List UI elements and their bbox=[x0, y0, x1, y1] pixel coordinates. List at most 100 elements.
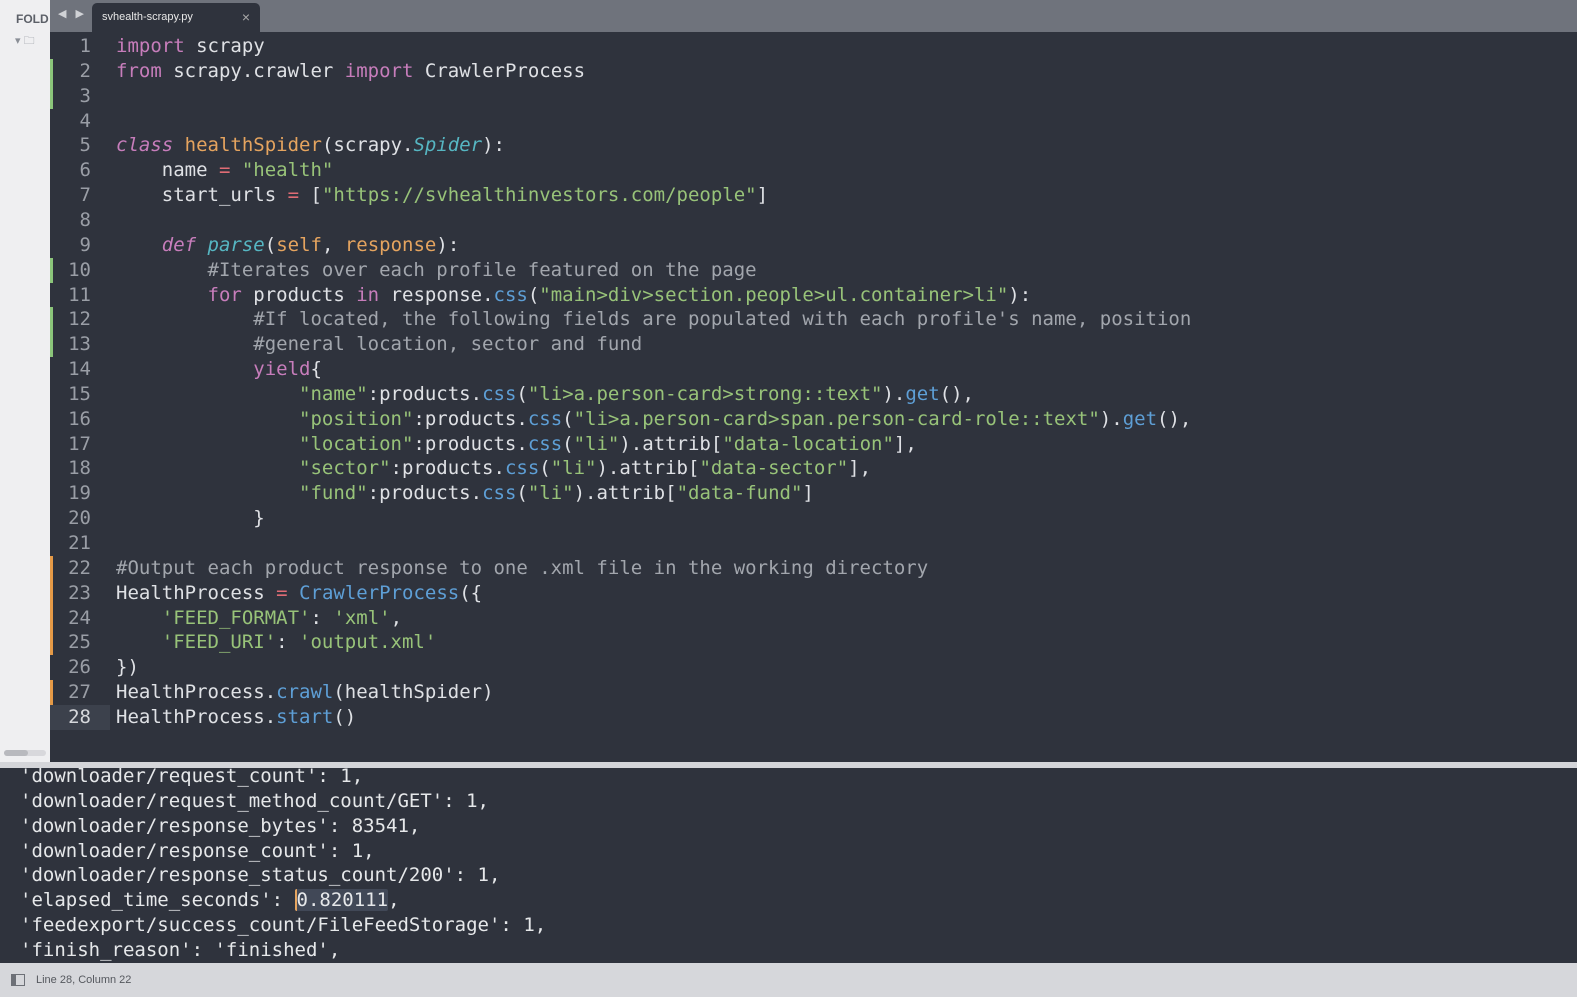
code-line[interactable]: 14 yield{ bbox=[50, 357, 1577, 382]
code-token: start bbox=[276, 705, 334, 728]
code-line[interactable]: 13 #general location, sector and fund bbox=[50, 332, 1577, 358]
code-token: "https://svhealthinvestors.com/people" bbox=[321, 184, 757, 207]
output-console[interactable]: 'downloader/request_count': 1, 'downloade… bbox=[6, 768, 1577, 963]
code-token: (), bbox=[939, 382, 974, 405]
code-line[interactable]: 3 bbox=[50, 83, 1577, 109]
code-token: ( bbox=[264, 233, 277, 256]
code-line[interactable]: 1 import scrapy bbox=[50, 34, 1577, 59]
code-text: import scrapy bbox=[116, 34, 265, 59]
folder-icon[interactable]: ▾ 🗀 bbox=[15, 32, 35, 51]
code-token: class bbox=[116, 134, 174, 157]
code-line[interactable]: 6 name = "health" bbox=[50, 158, 1577, 183]
code-line[interactable]: 20 } bbox=[50, 506, 1577, 531]
line-number: 7 bbox=[79, 184, 91, 207]
code-line[interactable]: 27 HealthProcess.crawl(healthSpider) bbox=[50, 680, 1577, 706]
code-line[interactable]: 4 bbox=[50, 109, 1577, 134]
code-token: healthSpider bbox=[184, 134, 322, 157]
code-text: #Output each product response to one .xm… bbox=[116, 556, 928, 581]
folders-sidebar: FOLD ▾ 🗀 bbox=[0, 0, 50, 763]
code-line[interactable]: 19 "fund":products.css("li").attrib["dat… bbox=[50, 481, 1577, 506]
toggle-panel-icon[interactable] bbox=[11, 974, 25, 986]
code-line[interactable]: 10 #Iterates over each profile featured … bbox=[50, 257, 1577, 283]
code-token: scrapy bbox=[184, 35, 265, 57]
code-line[interactable]: 23 HealthProcess = CrawlerProcess({ bbox=[50, 580, 1577, 606]
tab-svhealth-scrapy[interactable]: svhealth-scrapy.py × bbox=[92, 3, 260, 32]
code-token: ( bbox=[516, 382, 528, 405]
tab-nav-arrows-icon[interactable]: ◀ ▶ bbox=[58, 7, 87, 20]
code-token: ): bbox=[482, 134, 505, 157]
code-text: def parse(self, response): bbox=[116, 233, 460, 258]
code-text: HealthProcess = CrawlerProcess({ bbox=[116, 581, 482, 606]
code-text: "location":products.css("li").attrib["da… bbox=[116, 432, 917, 457]
sidebar-scrollbar[interactable] bbox=[4, 750, 46, 756]
code-line[interactable]: 18 "sector":products.css("li").attrib["d… bbox=[50, 456, 1577, 481]
code-line[interactable]: 11 for products in response.css("main>di… bbox=[50, 283, 1577, 308]
code-token: #Output each product response to one .xm… bbox=[116, 556, 929, 579]
code-text: for products in response.css("main>div>s… bbox=[116, 283, 1032, 308]
code-line[interactable]: 5 class healthSpider(scrapy.Spider): bbox=[50, 133, 1577, 158]
cursor-position: Line 28, Column 22 bbox=[36, 974, 132, 986]
folders-label: FOLD bbox=[16, 12, 49, 26]
code-token: ], bbox=[848, 457, 872, 480]
console-line: 'downloader/request_method_count/GET': 1… bbox=[20, 789, 489, 812]
code-line[interactable]: 15 "name":products.css("li>a.person-card… bbox=[50, 382, 1577, 407]
code-line[interactable]: 26}) bbox=[50, 655, 1577, 680]
close-tab-icon[interactable]: × bbox=[242, 9, 250, 25]
code-line[interactable]: 22 #Output each product response to one .… bbox=[50, 555, 1577, 581]
code-token: css bbox=[527, 432, 563, 455]
code-token: HealthProcess. bbox=[116, 705, 277, 728]
console-line: 'feedexport/success_count/FileFeedStorag… bbox=[20, 914, 547, 937]
code-line[interactable]: 16 "position":products.css("li>a.person-… bbox=[50, 407, 1577, 432]
code-line[interactable]: 9 def parse(self, response): bbox=[50, 233, 1577, 258]
code-line[interactable]: 7 start_urls = ["https://svhealthinvesto… bbox=[50, 183, 1577, 208]
code-token: get bbox=[905, 382, 940, 405]
code-token: css bbox=[482, 382, 517, 405]
code-line[interactable]: 8 bbox=[50, 208, 1577, 233]
code-editor[interactable]: 1 import scrapy 2 from scrapy.crawler impor… bbox=[50, 32, 1577, 763]
code-token: :products. bbox=[367, 382, 483, 405]
code-line[interactable]: 2 from scrapy.crawler import CrawlerProce… bbox=[50, 58, 1577, 84]
line-number: 27 bbox=[68, 681, 91, 704]
code-token: "li" bbox=[527, 482, 574, 505]
console-line: 'downloader/response_status_count/200': … bbox=[20, 864, 501, 887]
console-text: , bbox=[388, 889, 400, 912]
code-token: = bbox=[218, 159, 231, 182]
code-text: }) bbox=[116, 655, 139, 680]
line-number: 15 bbox=[68, 382, 91, 405]
code-token: ], bbox=[893, 432, 917, 455]
code-token: css bbox=[504, 457, 540, 480]
code-line[interactable]: 12 #If located, the following fields are… bbox=[50, 307, 1577, 333]
code-token: = bbox=[276, 581, 288, 604]
code-line[interactable]: 28 HealthProcess.start() bbox=[50, 704, 1577, 730]
code-token: ): bbox=[436, 233, 460, 256]
code-token: products bbox=[241, 283, 357, 306]
code-token: , bbox=[390, 606, 403, 629]
code-token: for bbox=[207, 283, 242, 306]
code-token: ).attrib[ bbox=[573, 482, 677, 505]
code-line[interactable]: 25 'FEED_URI': 'output.xml' bbox=[50, 630, 1577, 656]
tab-bar: ◀ ▶ svhealth-scrapy.py × bbox=[50, 0, 1577, 32]
code-text: 'FEED_FORMAT': 'xml', bbox=[116, 606, 402, 631]
code-token: { bbox=[310, 358, 322, 381]
code-line[interactable]: 21 bbox=[50, 531, 1577, 556]
code-token: :products. bbox=[413, 432, 528, 455]
code-token: #Iterates over each profile featured on … bbox=[116, 258, 757, 281]
code-token: ): bbox=[1008, 283, 1032, 306]
code-token: Spider bbox=[413, 134, 483, 157]
line-number: 9 bbox=[79, 233, 91, 256]
code-token: "data-location" bbox=[722, 432, 894, 455]
line-number: 13 bbox=[68, 333, 91, 356]
code-token: def bbox=[161, 233, 197, 256]
code-token: "health" bbox=[241, 159, 334, 182]
line-number: 19 bbox=[68, 482, 91, 505]
code-line[interactable]: 17 "location":products.css("li").attrib[… bbox=[50, 432, 1577, 457]
code-line[interactable]: 24 'FEED_FORMAT': 'xml', bbox=[50, 605, 1577, 631]
console-line: 'elapsed_time_seconds': 0.820111, bbox=[20, 888, 400, 913]
line-number: 16 bbox=[68, 407, 91, 430]
